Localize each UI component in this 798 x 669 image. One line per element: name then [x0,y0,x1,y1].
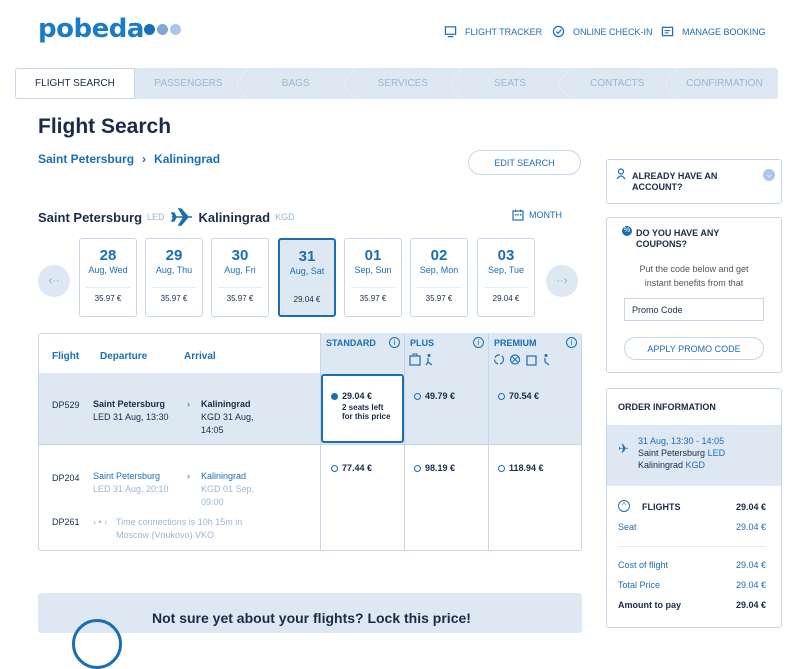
arrival-city: Kaliningrad [201,399,251,409]
arrival-time-line2: 14:05 [201,425,224,435]
departure-city: Saint Petersburg [93,471,161,481]
promo-code-input[interactable]: Promo Code [624,298,764,321]
info-icon[interactable]: i [566,337,577,348]
route-breadcrumb: Saint Petersburg › Kaliningrad [38,152,221,166]
next-days-button[interactable]: ··› [546,265,578,297]
fare-price-standard[interactable]: 29.04 € [331,391,372,401]
fare-plus-header: PLUS i [404,333,488,373]
step-passengers[interactable]: PASSENGERS [135,68,249,99]
step-flight-search[interactable]: FLIGHT SEARCH [15,68,140,99]
calendar-icon [512,209,524,221]
seats-left-note: 2 seats left for this price [342,403,391,421]
apply-promo-button[interactable]: APPLY PROMO CODE [624,337,764,360]
flight-number-2: DP261 [52,517,80,527]
fare-price-standard[interactable]: 77.44 € [331,463,372,473]
step-contacts[interactable]: CONTACTS [564,68,678,99]
col-flight: Flight [52,351,80,362]
step-bags[interactable]: BAGS [242,68,356,99]
day-card-30[interactable]: 30 Aug, Fri 35.97 € [211,238,269,317]
banner-text: Not sure yet about your flights? Lock th… [152,610,471,626]
connection-info-line2: Moscow (Vnukovo) VKO [116,530,215,540]
coupons-title: DO YOU HAVE ANY COUPONS? [636,228,720,249]
month-view-button[interactable]: MONTH [512,209,562,221]
coupons-description: Put the code below and get instant benefi… [639,264,749,288]
arrival-time-line2: 09:00 [201,497,224,507]
step-confirmation[interactable]: CONFIRMATION [671,68,778,99]
monitor-icon [444,26,457,38]
user-icon [616,168,626,180]
info-icon[interactable]: i [389,337,400,348]
step-seats[interactable]: SEATS [456,68,570,99]
day-card-29[interactable]: 29 Aug, Thu 35.97 € [145,238,203,317]
arrow-left-icon: ‹·· [48,275,60,287]
account-label: ALREADY HAVE AN ACCOUNT? [632,171,718,192]
fare-standard-header: STANDARD i [320,333,404,373]
departure-time: LED 31 Aug, 13:30 [93,412,169,422]
prev-days-button[interactable]: ‹·· [38,265,70,297]
page-title: Flight Search [38,115,172,138]
departure-time: LED 31 Aug, 20:10 [93,484,169,494]
arrival-time: KGD 31 Aug, [201,412,254,422]
connection-dots-icon: › • › [93,517,108,527]
arrow-right-icon: ··› [556,275,568,287]
booking-icon [661,26,674,37]
day-card-03[interactable]: 03 Sep, Tue 29.04 € [477,238,535,317]
day-card-02[interactable]: 02 Sep, Mon 35.97 € [410,238,468,317]
order-seat-row: Seat 29.04 € [618,522,766,532]
order-cost-row: Cost of flight 29.04 € [618,560,766,570]
check-circle-icon [552,25,565,38]
col-arrival: Arrival [184,351,216,362]
chevron-right-icon: › [187,471,190,481]
edit-search-button[interactable]: EDIT SEARCH [468,150,581,175]
arrival-time: KGD 01 Sep, [201,484,255,494]
flight-number: DP204 [52,473,80,483]
logo-dots-icon [144,24,181,35]
fare-price-premium[interactable]: 118.94 € [498,463,544,473]
day-card-01[interactable]: 01 Sep, Sun 35.97 € [344,238,402,317]
lock-icon [72,619,122,669]
manage-booking-link[interactable]: MANAGE BOOKING [661,25,766,38]
day-card-31-selected[interactable]: 31 Aug, Sat 29.04 € [278,238,336,317]
fare-price-premium[interactable]: 70.54 € [498,391,539,401]
order-flights-row: FLIGHTS 29.04 € [642,502,766,512]
pobeda-logo[interactable]: pobeda [38,14,144,44]
col-departure: Departure [100,351,148,362]
departure-city: Saint Petersburg [93,399,166,409]
flight-number: DP529 [52,400,80,410]
airplane-icon [170,208,192,226]
chevron-down-icon[interactable]: ⌄ [763,169,775,181]
day-card-28[interactable]: 28 Aug, Wed 35.97 € [79,238,137,317]
arrival-city: Kaliningrad [201,471,247,481]
chevron-right-icon: › [187,399,190,409]
booking-steps: FLIGHT SEARCH PASSENGERS BAGS SERVICES S… [15,68,778,99]
bag-icon [409,353,433,366]
fare-premium-header: PREMIUM i [488,333,581,373]
chevron-right-icon: › [142,152,147,166]
step-services[interactable]: SERVICES [349,68,463,99]
fare-price-plus[interactable]: 98.19 € [414,463,455,473]
online-checkin-link[interactable]: ONLINE CHECK-IN [552,25,653,38]
order-flight-details: 31 Aug, 13:30 - 14:05 Saint Petersburg L… [638,436,726,470]
airplane-icon: ✈ [618,441,629,456]
percent-icon: % [622,226,632,236]
connection-info: Time connections is 10h 15m in [116,517,243,527]
info-icon[interactable]: i [473,337,484,348]
flight-tracker-link[interactable]: FLIGHT TRACKER [444,25,542,38]
order-pay-row: Amount to pay 29.04 € [618,600,766,610]
chevron-up-icon[interactable]: ^ [618,500,630,512]
premium-features-icon [493,354,550,366]
order-title: ORDER INFORMATION [618,402,716,412]
fare-price-plus[interactable]: 49.79 € [414,391,455,401]
direction-header: Saint Petersburg LED Kaliningrad KGD [38,208,295,226]
order-total-row: Total Price 29.04 € [618,580,766,590]
